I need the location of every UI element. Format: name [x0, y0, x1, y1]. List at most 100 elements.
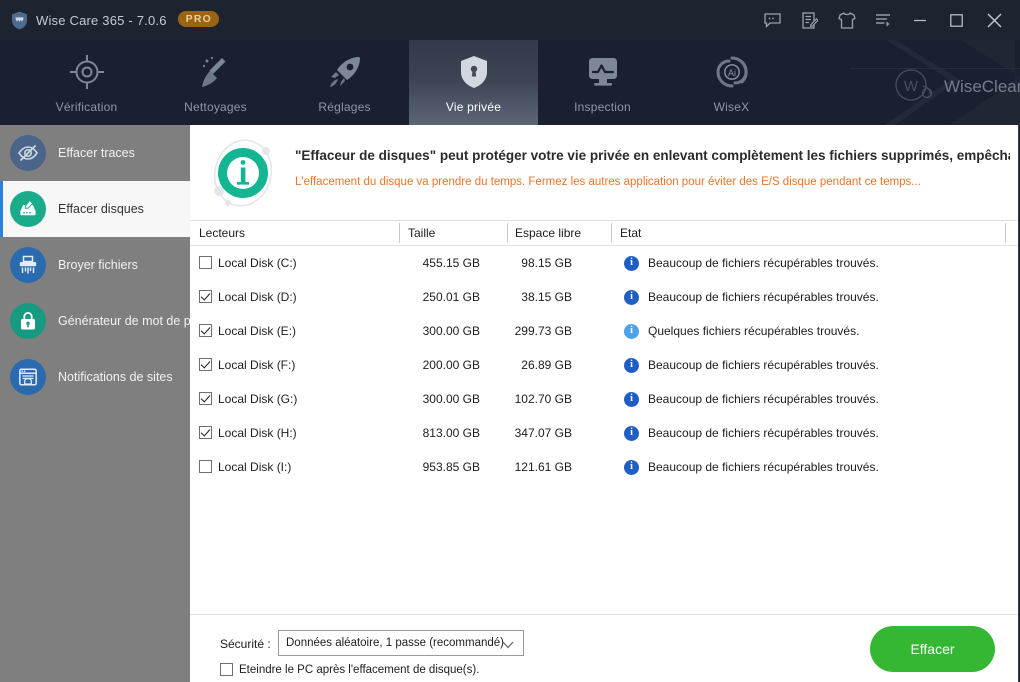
drive-checkbox[interactable]: [199, 358, 212, 371]
nav-tab-verification[interactable]: Vérification: [22, 40, 151, 125]
erase-button[interactable]: Effacer: [870, 626, 995, 672]
shutdown-label: Eteindre le PC après l'effacement de dis…: [239, 663, 480, 676]
nav-tab-label: Vérification: [55, 100, 118, 114]
table-row[interactable]: Local Disk (G:) 300.00 GB 102.70 GB i Beauco…: [190, 382, 1018, 416]
column-separator-end[interactable]: [1005, 223, 1006, 243]
svg-text:x: x: [944, 77, 953, 96]
drive-free-space: 38.15 GB: [521, 290, 572, 304]
drive-free-space: 347.07 GB: [514, 426, 572, 440]
column-header-taille[interactable]: Taille: [408, 226, 435, 240]
security-select[interactable]: Données aléatoire, 1 passe (recommandé): [278, 630, 524, 656]
info-status-icon: i: [624, 425, 639, 441]
drive-name: Local Disk (I:): [218, 460, 292, 474]
minimize-icon[interactable]: [902, 0, 938, 40]
drive-free-space: 26.89 GB: [521, 358, 572, 372]
sidebar-item-generateur-mot-de-passe[interactable]: Générateur de mot de p...: [0, 293, 201, 349]
sidebar-item-label: Générateur de mot de p...: [58, 314, 202, 328]
table-row[interactable]: Local Disk (C:) 455.15 GB 98.15 GB i Beaucou…: [190, 246, 1018, 280]
close-icon[interactable]: [974, 0, 1014, 40]
svg-text:W: W: [904, 78, 919, 95]
nav-tab-label: WiseX: [713, 100, 750, 114]
column-header-espace-libre[interactable]: Espace libre: [515, 226, 581, 240]
password-lock-icon: [10, 303, 46, 339]
banner-text-block: "Effaceur de disques" peut protéger votr…: [295, 148, 1010, 188]
info-status-icon: i: [624, 255, 639, 271]
column-separator[interactable]: [611, 223, 612, 243]
drive-state-text: Beaucoup de fichiers récupérables trouvé…: [648, 290, 879, 304]
column-separator[interactable]: [507, 223, 508, 243]
shield-lock-icon: [459, 52, 489, 92]
table-row[interactable]: Local Disk (I:) 953.85 GB 121.61 GB i Beauco…: [190, 450, 1018, 484]
drive-size: 200.00 GB: [422, 358, 480, 372]
security-label: Sécurité :: [220, 637, 271, 651]
drive-size: 250.01 GB: [422, 290, 480, 304]
footer-controls: Sécurité : Données aléatoire, 1 passe (r…: [190, 614, 1018, 682]
column-separator[interactable]: [399, 223, 400, 243]
drive-name: Local Disk (D:): [218, 290, 297, 304]
main-nav-bar: W x WiseCleaner: [0, 40, 1020, 125]
drive-state-cell: i Beaucoup de fichiers récupérables trouv…: [624, 255, 879, 271]
sidebar-item-label: Effacer traces: [58, 146, 135, 160]
table-row[interactable]: Local Disk (H:) 813.00 GB 347.07 GB i Beauco…: [190, 416, 1018, 450]
drive-size: 813.00 GB: [422, 426, 480, 440]
table-row[interactable]: Local Disk (D:) 250.01 GB 38.15 GB i Beaucou…: [190, 280, 1018, 314]
title-bar-left: Wise Care 365 - 7.0.6 PRO: [0, 11, 220, 30]
drive-free-space: 98.15 GB: [521, 256, 572, 270]
drive-state-cell: i Quelques fichiers récupérables trouvés.: [624, 323, 859, 339]
shutdown-after-erase-row[interactable]: Eteindre le PC après l'effacement de dis…: [220, 663, 479, 676]
nav-tabs: Vérification Nettoyages Réglages Vie pri…: [22, 40, 796, 125]
drive-state-text: Beaucoup de fichiers récupérables trouvé…: [648, 460, 879, 474]
rocket-icon: [327, 52, 363, 92]
edit-note-icon[interactable]: [791, 0, 828, 40]
broom-icon: [198, 52, 234, 92]
drive-size: 953.85 GB: [422, 460, 480, 474]
drive-state-text: Beaucoup de fichiers récupérables trouvé…: [648, 358, 879, 372]
column-header-lecteurs[interactable]: Lecteurs: [199, 226, 245, 240]
info-circle-icon: [213, 139, 273, 207]
nav-tab-inspection[interactable]: Inspection: [538, 40, 667, 125]
column-header-etat[interactable]: Etat: [620, 226, 641, 240]
drive-checkbox[interactable]: [199, 256, 212, 269]
drive-checkbox[interactable]: [199, 290, 212, 303]
banner-title: "Effaceur de disques" peut protéger votr…: [295, 148, 1010, 163]
title-bar: Wise Care 365 - 7.0.6 PRO: [0, 0, 1020, 40]
skin-tshirt-icon[interactable]: [828, 0, 865, 40]
drive-state-cell: i Beaucoup de fichiers récupérables trouv…: [624, 357, 879, 373]
shredder-icon: [10, 247, 46, 283]
shutdown-checkbox[interactable]: [220, 663, 233, 676]
table-header: Lecteurs Taille Espace libre Etat: [190, 221, 1018, 246]
nav-tab-reglages[interactable]: Réglages: [280, 40, 409, 125]
table-row[interactable]: Local Disk (E:) 300.00 GB 299.73 GB i Quelqu…: [190, 314, 1018, 348]
site-notification-icon: [10, 359, 46, 395]
drive-checkbox[interactable]: [199, 460, 212, 473]
banner-subtitle: L'effacement du disque va prendre du tem…: [295, 176, 921, 188]
drive-state-text: Beaucoup de fichiers récupérables trouvé…: [648, 392, 879, 406]
drive-table-body: Local Disk (C:) 455.15 GB 98.15 GB i Beaucou…: [190, 246, 1018, 614]
drive-free-space: 299.73 GB: [514, 324, 572, 338]
drive-size: 300.00 GB: [422, 324, 480, 338]
menu-list-icon[interactable]: [865, 0, 902, 40]
chevron-down-icon: [502, 640, 514, 652]
nav-tab-wisex[interactable]: Ai WiseX: [667, 40, 796, 125]
maximize-icon[interactable]: [938, 0, 974, 40]
sidebar-item-effacer-traces[interactable]: Effacer traces: [0, 125, 190, 181]
sidebar-item-broyer-fichiers[interactable]: Broyer fichiers: [0, 237, 190, 293]
wise-care-window: Wise Care 365 - 7.0.6 PRO W x WiseClea V…: [0, 0, 1020, 682]
drive-checkbox[interactable]: [199, 324, 212, 337]
table-row[interactable]: Local Disk (F:) 200.00 GB 26.89 GB i Beaucou…: [190, 348, 1018, 382]
sidebar-item-label: Notifications de sites: [58, 370, 173, 384]
drive-name: Local Disk (F:): [218, 358, 296, 372]
nav-tab-nettoyages[interactable]: Nettoyages: [151, 40, 280, 125]
ai-spiral-icon: Ai: [715, 52, 749, 92]
drive-checkbox[interactable]: [199, 392, 212, 405]
drive-name: Local Disk (H:): [218, 426, 297, 440]
drive-checkbox[interactable]: [199, 426, 212, 439]
nav-tab-label: Réglages: [318, 100, 371, 114]
sidebar-item-effacer-disques[interactable]: Effacer disques: [0, 181, 190, 237]
nav-tab-vie-privee[interactable]: Vie privée: [409, 40, 538, 125]
drive-state-cell: i Beaucoup de fichiers récupérables trouv…: [624, 425, 879, 441]
feedback-icon[interactable]: [754, 0, 791, 40]
sidebar-item-notifications-de-sites[interactable]: Notifications de sites: [0, 349, 190, 405]
app-title: Wise Care 365 - 7.0.6: [36, 12, 167, 28]
drive-size: 300.00 GB: [422, 392, 480, 406]
